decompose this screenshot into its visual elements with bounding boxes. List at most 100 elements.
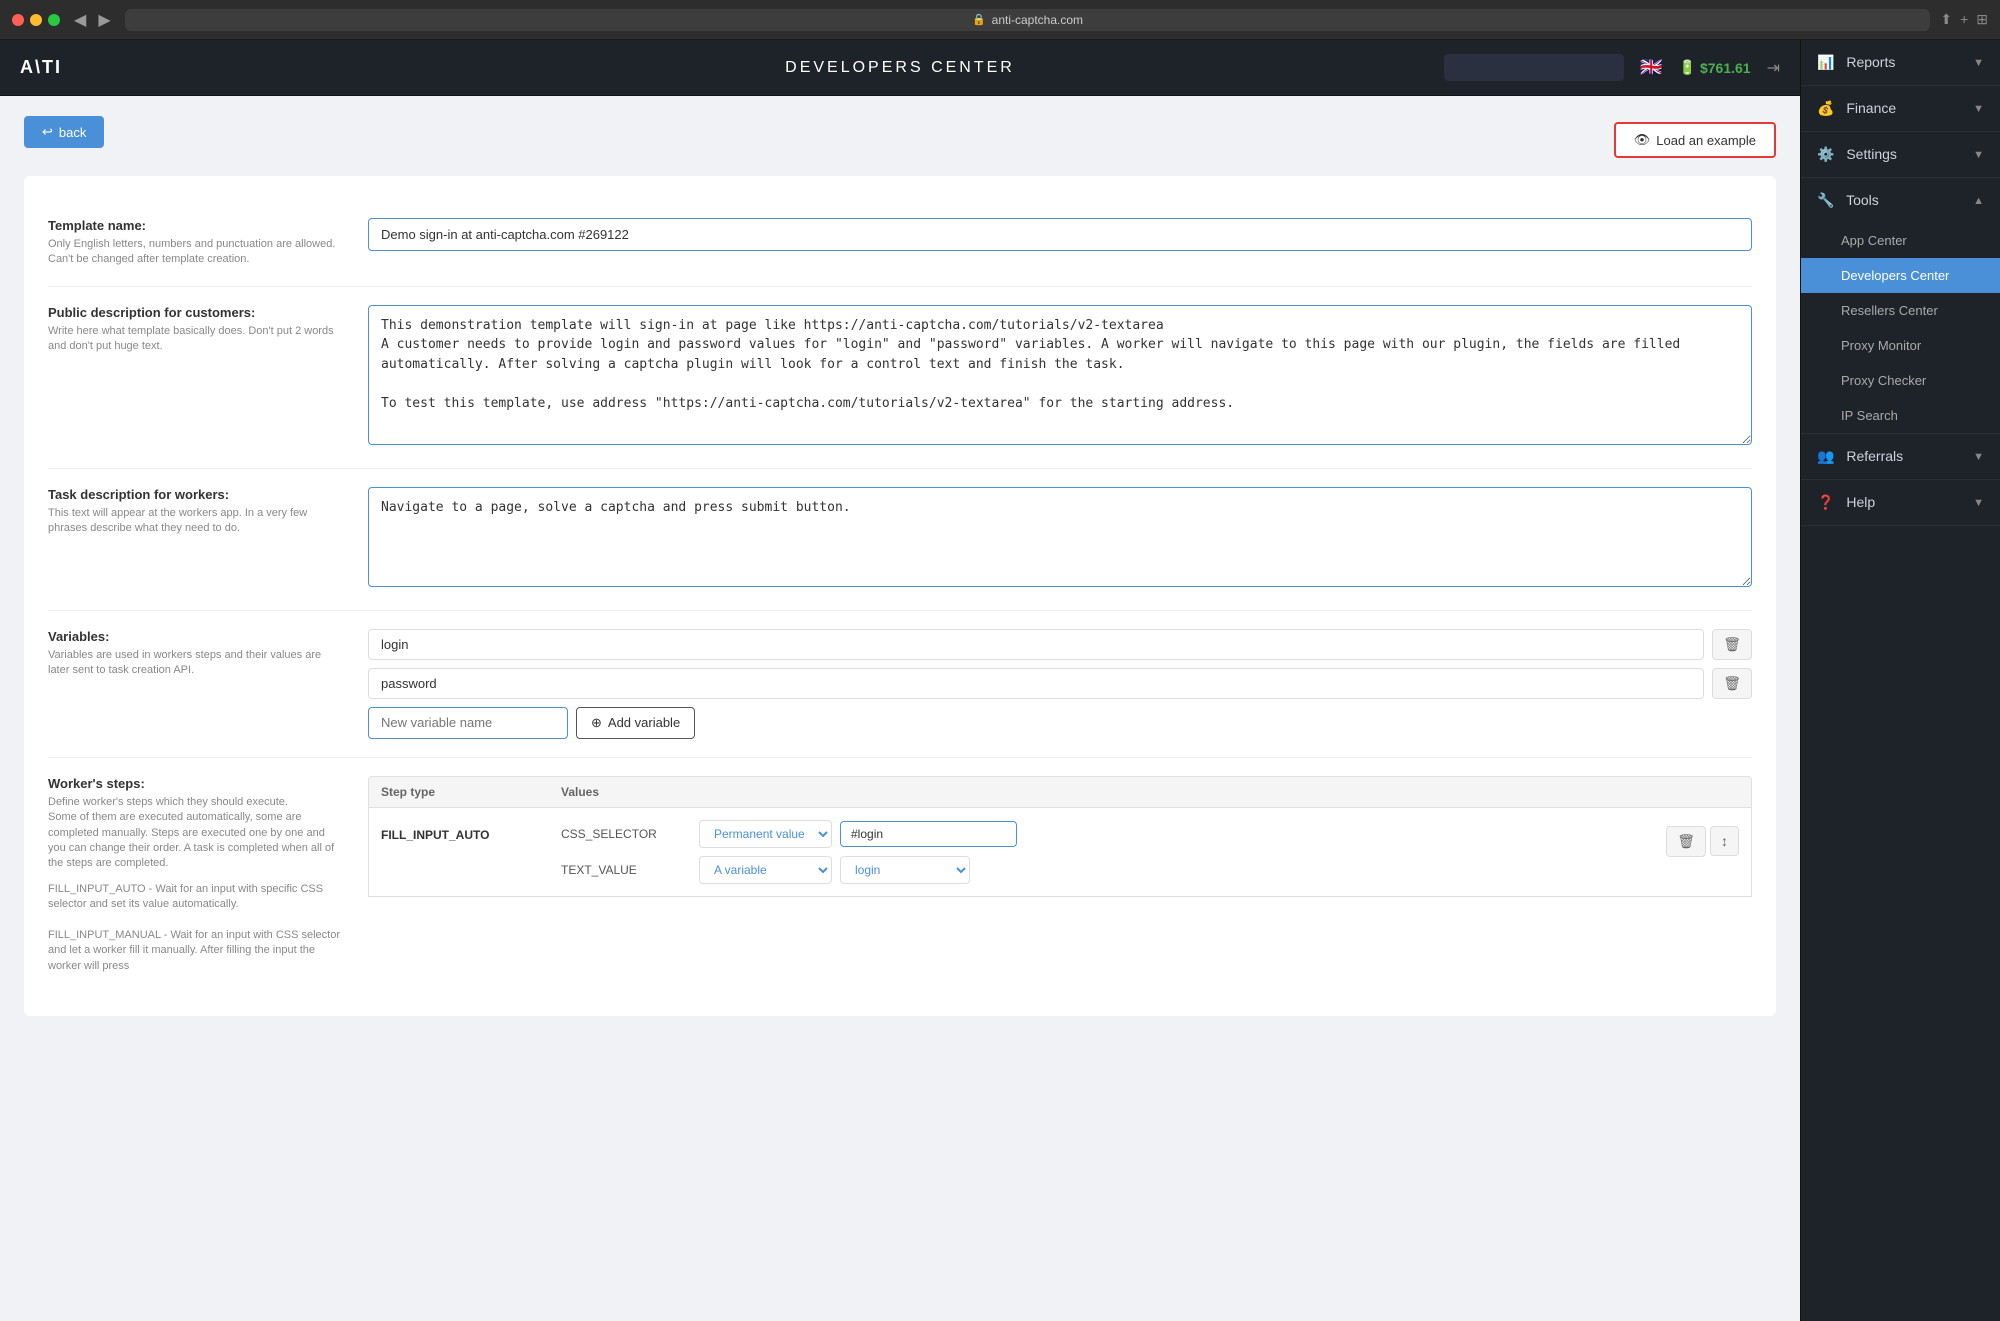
sidebar-section-settings: ⚙️ Settings ▼ [1801, 132, 2000, 178]
workers-steps-extra-desc: FILL_INPUT_AUTO - Wait for an input with… [48, 882, 344, 974]
add-variable-button[interactable]: ⊕ Add variable [576, 707, 695, 739]
referrals-icon: 👥 [1817, 448, 1834, 464]
referrals-label: Referrals [1846, 448, 1903, 464]
sidebar-item-proxy-checker[interactable]: Proxy Checker [1801, 363, 2000, 398]
variable-input-login[interactable] [368, 629, 1704, 660]
finance-label: Finance [1846, 100, 1896, 116]
public-description-textarea[interactable]: This demonstration template will sign-in… [368, 305, 1752, 445]
template-name-desc: Only English letters, numbers and punctu… [48, 237, 344, 268]
finance-chevron: ▼ [1973, 103, 1984, 115]
sidebar-section-help: ❓ Help ▼ [1801, 480, 2000, 526]
load-example-button[interactable]: 👁 Load an example [1614, 122, 1776, 158]
help-icon: ❓ [1817, 494, 1834, 510]
grid-icon[interactable]: ⊞ [1976, 11, 1988, 28]
text-value-row: TEXT_VALUE A variable Permanent value lo… [561, 856, 1654, 884]
maximize-button[interactable] [48, 14, 60, 26]
delete-variable-password-button[interactable]: 🗑 [1712, 668, 1752, 699]
sidebar-reports-header[interactable]: 📊 Reports ▼ [1801, 40, 2000, 85]
variables-input-col: 🗑 🗑 ⊕ Add variable [368, 629, 1752, 739]
variable-input-password[interactable] [368, 668, 1704, 699]
add-variable-label: Add variable [608, 715, 680, 730]
search-input[interactable] [1444, 54, 1624, 81]
step-type-label: FILL_INPUT_AUTO [381, 820, 549, 842]
sidebar-finance-header[interactable]: 💰 Finance ▼ [1801, 86, 2000, 131]
sidebar-tools-header[interactable]: 🔧 Tools ▲ [1801, 178, 2000, 223]
browser-actions: ⬆ + ⊞ [1940, 11, 1988, 28]
plus-circle-icon: ⊕ [591, 715, 602, 731]
text-value-type-select[interactable]: A variable Permanent value [699, 856, 832, 884]
url-text: anti-captcha.com [992, 13, 1083, 27]
task-description-desc: This text will appear at the workers app… [48, 506, 344, 537]
battery-icon: 🔋 [1679, 59, 1696, 76]
css-selector-row: CSS_SELECTOR Permanent value A variable [561, 820, 1654, 848]
eye-icon: 👁 [1634, 132, 1651, 148]
variables-row: Variables: Variables are used in workers… [48, 611, 1752, 758]
variables-label-col: Variables: Variables are used in workers… [48, 629, 368, 739]
new-tab-icon[interactable]: + [1960, 11, 1968, 28]
sidebar-item-resellers-center[interactable]: Resellers Center [1801, 293, 2000, 328]
close-button[interactable] [12, 14, 24, 26]
page-content: ↩ back 👁 Load an example Template name: … [0, 96, 1800, 1321]
css-selector-key: CSS_SELECTOR [561, 827, 691, 841]
public-description-desc: Write here what template basically does.… [48, 324, 344, 355]
tools-chevron: ▲ [1973, 195, 1984, 207]
workers-steps-input-col: Step type Values FILL_INPUT_AUTO CSS_SEL… [368, 776, 1752, 974]
sidebar-section-reports: 📊 Reports ▼ [1801, 40, 2000, 86]
lock-icon: 🔒 [972, 13, 986, 26]
delete-variable-login-button[interactable]: 🗑 [1712, 629, 1752, 660]
help-label: Help [1846, 494, 1875, 510]
public-description-label: Public description for customers: [48, 305, 344, 320]
sidebar-item-developers-center[interactable]: Developers Center [1801, 258, 2000, 293]
public-description-row: Public description for customers: Write … [48, 287, 1752, 469]
back-button[interactable]: ↩ back [24, 116, 104, 148]
sidebar-item-ip-search[interactable]: IP Search [1801, 398, 2000, 433]
task-description-label: Task description for workers: [48, 487, 344, 502]
sidebar-section-finance: 💰 Finance ▼ [1801, 86, 2000, 132]
sidebar-referrals-header[interactable]: 👥 Referrals ▼ [1801, 434, 2000, 479]
sidebar-settings-header[interactable]: ⚙️ Settings ▼ [1801, 132, 2000, 177]
workers-steps-desc: Define worker's steps which they should … [48, 795, 344, 872]
load-example-label: Load an example [1656, 133, 1756, 148]
step-row-fill-input-auto: FILL_INPUT_AUTO CSS_SELECTOR Permanent v… [368, 808, 1752, 897]
reports-label: Reports [1846, 54, 1895, 70]
sidebar-section-tools: 🔧 Tools ▲ App Center Developers Center R… [1801, 178, 2000, 434]
text-value-key: TEXT_VALUE [561, 863, 691, 877]
task-description-textarea[interactable]: Navigate to a page, solve a captcha and … [368, 487, 1752, 587]
forward-nav-icon[interactable]: ▶ [94, 10, 114, 30]
workers-steps-label-col: Worker's steps: Define worker's steps wh… [48, 776, 368, 974]
move-step-button[interactable]: ↕ [1710, 826, 1739, 856]
page-title: DEVELOPERS CENTER [785, 59, 1015, 77]
new-variable-input[interactable] [368, 707, 568, 739]
finance-icon: 💰 [1817, 100, 1834, 116]
balance-display: 🔋 $761.61 [1679, 59, 1751, 76]
text-value-var-select[interactable]: login password [840, 856, 970, 884]
settings-chevron: ▼ [1973, 149, 1984, 161]
template-name-input[interactable] [368, 218, 1752, 251]
col-values-header: Values [561, 785, 1739, 799]
variables-desc: Variables are used in workers steps and … [48, 648, 344, 679]
balance-amount: $761.61 [1700, 60, 1751, 76]
variable-item-login: 🗑 [368, 629, 1752, 660]
template-name-row: Template name: Only English letters, num… [48, 200, 1752, 287]
css-selector-type-select[interactable]: Permanent value A variable [699, 820, 832, 848]
css-selector-value-input[interactable] [840, 821, 1017, 847]
language-flag[interactable]: 🇬🇧 [1640, 57, 1662, 78]
back-nav-icon[interactable]: ◀ [70, 10, 90, 30]
sidebar-help-header[interactable]: ❓ Help ▼ [1801, 480, 2000, 525]
settings-label: Settings [1846, 146, 1897, 162]
settings-icon: ⚙️ [1817, 146, 1834, 162]
minimize-button[interactable] [30, 14, 42, 26]
sidebar-item-proxy-monitor[interactable]: Proxy Monitor [1801, 328, 2000, 363]
app-logo: A\TI [20, 57, 62, 78]
sidebar-item-app-center[interactable]: App Center [1801, 223, 2000, 258]
delete-step-button[interactable]: 🗑 [1666, 826, 1706, 857]
variables-label: Variables: [48, 629, 344, 644]
logout-icon[interactable]: ⇥ [1767, 58, 1780, 78]
back-button-label: back [59, 125, 86, 140]
task-description-label-col: Task description for workers: This text … [48, 487, 368, 592]
app-container: A\TI DEVELOPERS CENTER 🇬🇧 🔋 $761.61 ⇥ ↩ … [0, 40, 2000, 1321]
help-chevron: ▼ [1973, 497, 1984, 509]
share-icon[interactable]: ⬆ [1940, 11, 1952, 28]
address-bar[interactable]: 🔒 anti-captcha.com [125, 9, 1931, 31]
header-right: 🇬🇧 🔋 $761.61 ⇥ [1444, 54, 1780, 81]
